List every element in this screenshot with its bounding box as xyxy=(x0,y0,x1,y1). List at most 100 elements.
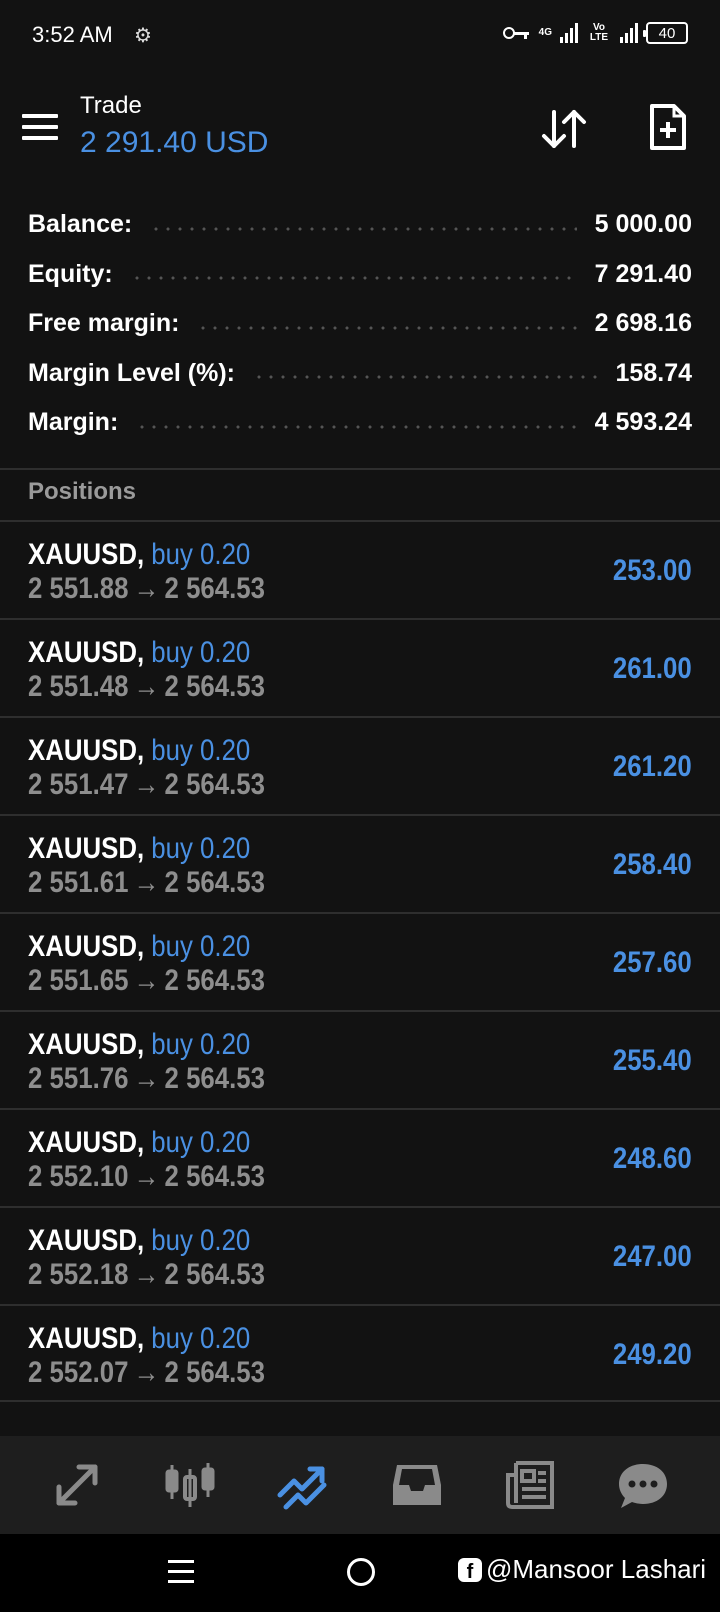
dotted-leader xyxy=(197,325,577,330)
watermark-text: @Mansoor Lashari xyxy=(486,1554,707,1584)
arrow-right-icon: → xyxy=(133,1062,160,1095)
position-symbol: XAUUSD, xyxy=(28,734,145,767)
position-current-price: 2 564.53 xyxy=(164,768,265,801)
section-divider xyxy=(0,468,720,470)
dotted-leader xyxy=(130,276,577,281)
position-symbol: XAUUSD, xyxy=(28,930,145,963)
battery-icon: 40 xyxy=(643,22,688,44)
position-profit: 261.20 xyxy=(613,750,692,783)
position-row[interactable]: XAUUSD, buy 0.20 2 551.88 → 2 564.53 253.0… xyxy=(0,520,720,618)
position-open-price: 2 551.48 xyxy=(28,670,129,703)
arrow-right-icon: → xyxy=(133,572,160,605)
chart-candles-icon xyxy=(165,1463,215,1507)
recent-apps-icon[interactable] xyxy=(168,1560,194,1590)
position-profit: 248.60 xyxy=(613,1142,692,1175)
arrow-right-icon: → xyxy=(133,964,160,997)
sort-arrows-icon[interactable] xyxy=(540,106,588,152)
summary-row-free-margin: Free margin: 2 698.16 xyxy=(0,299,720,349)
news-icon xyxy=(505,1461,554,1509)
chat-icon xyxy=(619,1464,668,1508)
vpn-key-icon xyxy=(502,23,531,43)
position-type: buy 0.20 xyxy=(151,636,251,669)
new-order-document-icon[interactable] xyxy=(648,102,688,152)
position-profit: 255.40 xyxy=(613,1044,692,1077)
summary-label: Balance: xyxy=(28,210,133,239)
settings-gear-icon: ⚙ xyxy=(134,25,152,47)
summary-label: Free margin: xyxy=(28,309,180,338)
tab-quotes[interactable] xyxy=(47,1455,107,1515)
position-profit: 247.00 xyxy=(613,1240,692,1273)
position-symbol: XAUUSD, xyxy=(28,1224,145,1257)
home-button-icon[interactable] xyxy=(347,1558,375,1586)
position-row[interactable]: XAUUSD, buy 0.20 2 552.07 → 2 564.53 249.2… xyxy=(0,1304,720,1402)
hamburger-menu-icon[interactable] xyxy=(22,114,58,142)
position-profit: 261.00 xyxy=(613,652,692,685)
facebook-icon: f xyxy=(458,1557,482,1582)
position-row[interactable]: XAUUSD, buy 0.20 2 551.47 → 2 564.53 261.2… xyxy=(0,716,720,814)
position-profit: 249.20 xyxy=(613,1338,692,1371)
position-open-price: 2 552.10 xyxy=(28,1160,129,1193)
position-open-price: 2 551.65 xyxy=(28,964,129,997)
position-row[interactable]: XAUUSD, buy 0.20 2 552.18 → 2 564.53 247.0… xyxy=(0,1206,720,1304)
trade-trend-icon xyxy=(277,1466,327,1510)
account-summary: Balance: 5 000.00 Equity: 7 291.40 Free … xyxy=(0,200,720,448)
position-symbol: XAUUSD, xyxy=(28,636,145,669)
position-current-price: 2 564.53 xyxy=(164,1062,265,1095)
summary-row-margin: Margin: 4 593.24 xyxy=(0,398,720,448)
page-title: Trade xyxy=(80,92,142,119)
position-open-price: 2 552.18 xyxy=(28,1258,129,1291)
signal-strength-icon xyxy=(560,23,578,43)
position-row[interactable]: XAUUSD, buy 0.20 2 551.76 → 2 564.53 255.4… xyxy=(0,1010,720,1108)
position-open-price: 2 552.07 xyxy=(28,1356,129,1389)
signal-strength-icon-2 xyxy=(620,23,638,43)
position-open-price: 2 551.61 xyxy=(28,866,129,899)
summary-value: 5 000.00 xyxy=(594,210,692,239)
position-current-price: 2 564.53 xyxy=(164,572,265,605)
volte-label: Vo LTE xyxy=(589,22,609,43)
position-row[interactable]: XAUUSD, buy 0.20 2 551.61 → 2 564.53 258.4… xyxy=(0,814,720,912)
status-indicators: 4G Vo LTE 40 xyxy=(502,22,688,44)
position-symbol: XAUUSD, xyxy=(28,1028,145,1061)
position-profit: 257.60 xyxy=(613,946,692,979)
summary-row-balance: Balance: 5 000.00 xyxy=(0,200,720,250)
tab-chat[interactable] xyxy=(613,1455,673,1515)
arrow-right-icon: → xyxy=(133,866,160,899)
tab-chart[interactable] xyxy=(160,1455,220,1515)
watermark: f @Mansoor Lashari xyxy=(458,1554,706,1585)
summary-row-equity: Equity: 7 291.40 xyxy=(0,250,720,300)
position-current-price: 2 564.53 xyxy=(164,1356,265,1389)
arrow-right-icon: → xyxy=(133,768,160,801)
quotes-arrows-icon xyxy=(56,1464,98,1506)
position-row[interactable]: XAUUSD, buy 0.20 2 551.48 → 2 564.53 261.0… xyxy=(0,618,720,716)
position-current-price: 2 564.53 xyxy=(164,670,265,703)
position-symbol: XAUUSD, xyxy=(28,1322,145,1355)
position-current-price: 2 564.53 xyxy=(164,866,265,899)
dotted-leader xyxy=(150,226,577,231)
account-profit-total: 2 291.40 USD xyxy=(80,126,269,159)
position-current-price: 2 564.53 xyxy=(164,964,265,997)
position-type: buy 0.20 xyxy=(151,1028,251,1061)
summary-label: Margin: xyxy=(28,408,119,437)
position-row[interactable]: XAUUSD, buy 0.20 2 552.10 → 2 564.53 248.6… xyxy=(0,1108,720,1206)
arrow-right-icon: → xyxy=(133,670,160,703)
status-time: 3:52 AM xyxy=(32,22,113,47)
position-type: buy 0.20 xyxy=(151,1126,251,1159)
position-type: buy 0.20 xyxy=(151,538,251,571)
inbox-icon xyxy=(392,1465,441,1505)
tab-news[interactable] xyxy=(500,1455,560,1515)
position-row[interactable]: XAUUSD, buy 0.20 2 551.65 → 2 564.53 257.6… xyxy=(0,912,720,1010)
position-type: buy 0.20 xyxy=(151,930,251,963)
battery-level: 40 xyxy=(658,24,676,42)
summary-label: Equity: xyxy=(28,259,113,288)
position-open-price: 2 551.88 xyxy=(28,572,129,605)
position-type: buy 0.20 xyxy=(151,734,251,767)
tab-trade[interactable] xyxy=(273,1455,333,1515)
summary-value: 7 291.40 xyxy=(594,259,692,288)
positions-heading: Positions xyxy=(28,478,137,505)
position-open-price: 2 551.76 xyxy=(28,1062,129,1095)
tab-mailbox[interactable] xyxy=(387,1455,447,1515)
position-open-price: 2 551.47 xyxy=(28,768,129,801)
system-navigation-bar: f @Mansoor Lashari xyxy=(0,1534,720,1612)
positions-list: XAUUSD, buy 0.20 2 551.88 → 2 564.53 253.0… xyxy=(0,520,720,1402)
position-type: buy 0.20 xyxy=(151,1224,251,1257)
